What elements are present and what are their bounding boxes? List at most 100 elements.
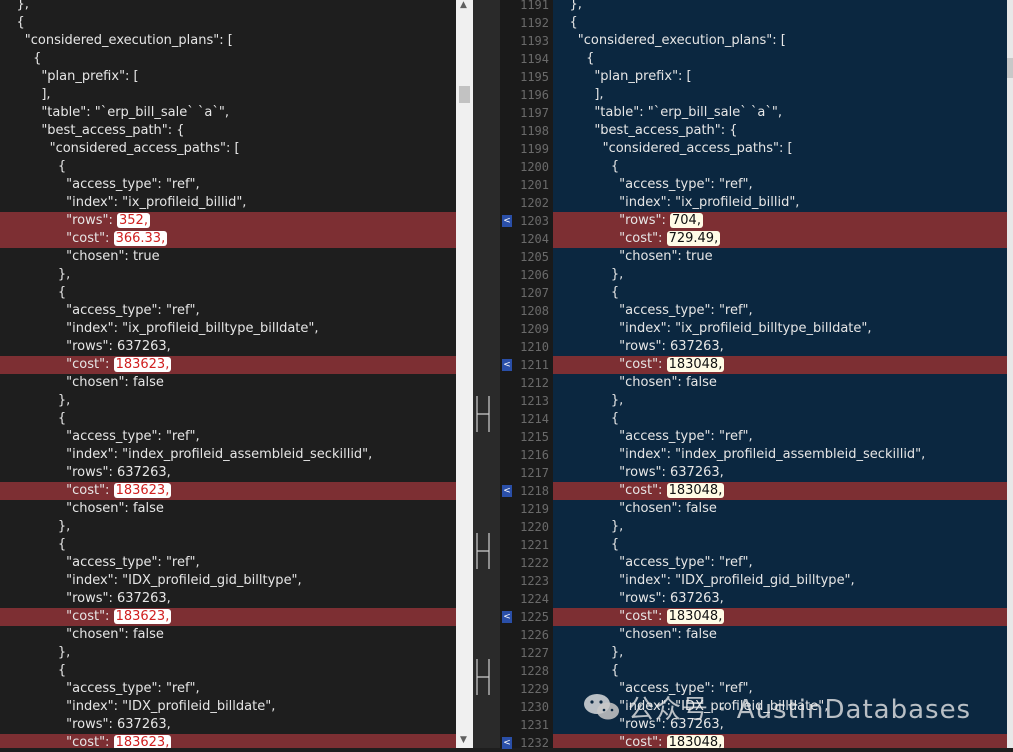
- line-number: 1223: [520, 574, 549, 588]
- code-token: "cost":: [66, 483, 114, 498]
- code-line: {: [0, 14, 456, 32]
- code-line: "index": "index_profileid_assembleid_sec…: [553, 446, 1007, 464]
- left-diff-pane[interactable]: }, { "considered_execution_plans": [ { "…: [0, 0, 456, 748]
- code-token: "chosen": false: [66, 627, 164, 642]
- line-number: 1194: [520, 52, 549, 66]
- changed-value: 183623,: [113, 357, 172, 372]
- code-line: "index": "ix_profileid_billtype_billdate…: [553, 320, 1007, 338]
- code-token: },: [610, 645, 624, 660]
- left-scrollbar-thumb[interactable]: [459, 86, 470, 103]
- right-scrollbar[interactable]: [1007, 0, 1013, 748]
- code-token: {: [57, 285, 67, 300]
- code-token: "access_type": "ref",: [619, 303, 753, 318]
- copy-change-arrow-icon[interactable]: <: [502, 485, 512, 497]
- code-token: "best_access_path": {: [41, 123, 185, 138]
- changed-value: 352,: [117, 213, 150, 228]
- changed-value: 183623,: [113, 609, 172, 624]
- code-token: {: [610, 537, 620, 552]
- code-token: {: [610, 411, 620, 426]
- code-line: "access_type": "ref",: [553, 554, 1007, 572]
- line-number-gutter: 1191 1192 1193 1194 1195 1196 1197 1198 1199 1200…: [500, 0, 553, 750]
- code-token: {: [33, 51, 42, 66]
- changed-value: 183048,: [666, 483, 725, 498]
- code-line: "access_type": "ref",: [553, 176, 1007, 194]
- scroll-down-arrow-icon[interactable]: ▼: [460, 735, 467, 745]
- line-number: 1210: [520, 340, 549, 354]
- code-token: "table": "`erp_bill_sale` `a`",: [594, 105, 782, 120]
- code-token: "chosen": false: [66, 375, 164, 390]
- code-line: "rows": 352,: [0, 212, 456, 230]
- code-token: "rows": 637263,: [619, 339, 724, 354]
- code-token: "chosen": true: [619, 249, 713, 264]
- code-token: "plan_prefix": [: [41, 69, 139, 84]
- code-token: {: [610, 159, 620, 174]
- line-number: 1228: [520, 664, 549, 678]
- right-diff-pane[interactable]: }, { "considered_execution_plans": [ { "…: [553, 0, 1007, 748]
- changed-value: 729.49,: [666, 231, 721, 246]
- code-line: ],: [0, 86, 456, 104]
- code-line: "cost": 183048,: [553, 608, 1007, 626]
- code-token: "cost":: [619, 357, 667, 372]
- line-number: 1216: [520, 448, 549, 462]
- line-number: 1202: [520, 196, 549, 210]
- code-token: "rows": 637263,: [66, 591, 171, 606]
- line-number: 1204: [520, 232, 549, 246]
- copy-change-arrow-icon[interactable]: <: [502, 215, 512, 227]
- code-line: "chosen": true: [0, 248, 456, 266]
- code-line: "chosen": false: [0, 500, 456, 518]
- code-token: "rows": 637263,: [66, 465, 171, 480]
- code-token: "index": "IDX_profileid_gid_billtype",: [619, 573, 855, 588]
- code-token: ],: [594, 87, 604, 102]
- line-number: 1221: [520, 538, 549, 552]
- copy-change-arrow-icon[interactable]: <: [502, 359, 512, 371]
- right-scrollbar-thumb[interactable]: [1007, 58, 1013, 78]
- code-token: {: [16, 15, 25, 30]
- code-line: "cost": 183623,: [0, 734, 456, 748]
- line-number: 1225: [520, 610, 549, 624]
- scroll-up-arrow-icon[interactable]: ▲: [460, 0, 467, 10]
- code-token: "index": "index_profileid_assembleid_sec…: [66, 447, 373, 462]
- code-line: },: [553, 266, 1007, 284]
- code-line: {: [553, 50, 1007, 68]
- code-line: "index": "index_profileid_assembleid_sec…: [0, 446, 456, 464]
- left-scrollbar[interactable]: ▲ ▼: [456, 0, 473, 748]
- line-number: 1218: [520, 484, 549, 498]
- code-line: "chosen": false: [0, 374, 456, 392]
- line-number: 1205: [520, 250, 549, 264]
- code-token: "access_type": "ref",: [619, 177, 753, 192]
- line-number: 1197: [520, 106, 549, 120]
- line-number: 1206: [520, 268, 549, 282]
- watermark: 公众号 · AustinDatabases: [582, 690, 971, 725]
- code-line: },: [0, 644, 456, 662]
- code-line: "plan_prefix": [: [553, 68, 1007, 86]
- copy-change-arrow-icon[interactable]: <: [502, 611, 512, 623]
- line-number: 1211: [520, 358, 549, 372]
- code-token: {: [586, 51, 595, 66]
- copy-change-arrow-icon[interactable]: <: [502, 737, 512, 749]
- code-line: "cost": 183623,: [0, 356, 456, 374]
- line-number: 1208: [520, 304, 549, 318]
- code-token: "cost":: [66, 609, 114, 624]
- line-number: 1215: [520, 430, 549, 444]
